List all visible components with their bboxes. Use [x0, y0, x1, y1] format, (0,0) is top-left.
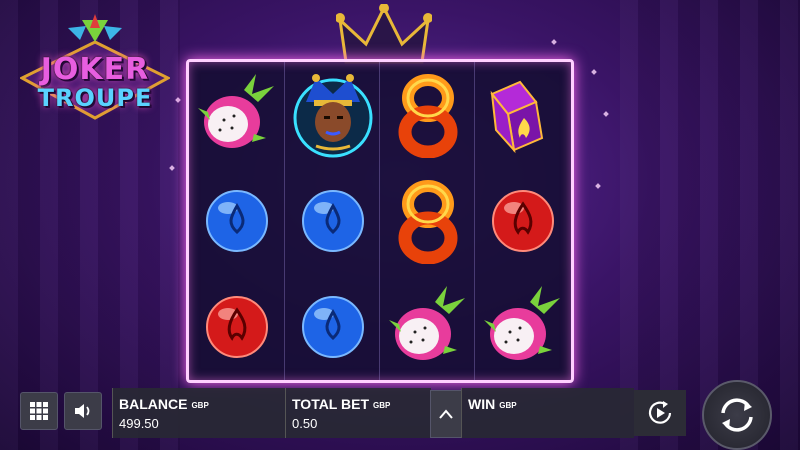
- sparkle: [603, 111, 609, 117]
- spin-button[interactable]: [702, 380, 772, 450]
- dragonfruit-icon: [483, 286, 560, 360]
- bet-label-row: TOTAL BET GBP: [292, 396, 390, 412]
- sparkle: [595, 183, 601, 189]
- water-orb-icon: [301, 296, 364, 358]
- symbol-dragonfruit: [380, 274, 475, 380]
- balance-currency: GBP: [191, 400, 209, 410]
- symbol-flame-dice: [475, 62, 570, 168]
- water-orb-icon: [301, 190, 364, 252]
- balance-panel: BALANCE GBP 499.50: [112, 388, 285, 438]
- reel-1: [189, 62, 284, 380]
- symbol-dragonfruit: [475, 274, 570, 380]
- flame-eight-icon: [398, 74, 457, 158]
- spin-icon: [721, 398, 753, 432]
- sparkle: [551, 39, 557, 45]
- autoplay-button[interactable]: [634, 390, 686, 436]
- symbol-jester: [285, 62, 380, 168]
- logo-word-joker: JOKER: [40, 52, 150, 87]
- fire-orb-icon: [205, 296, 268, 358]
- curtain-right: [620, 0, 800, 450]
- balance-label: BALANCE: [119, 396, 188, 412]
- bet-adjust-button[interactable]: [430, 390, 462, 438]
- fire-orb-icon: [491, 190, 554, 252]
- bet-value: 0.50: [292, 416, 318, 431]
- win-label-row: WIN GBP: [468, 396, 517, 412]
- menu-button[interactable]: [20, 392, 58, 430]
- game-logo: JOKER TROUPE: [20, 14, 170, 124]
- sparkle: [591, 69, 597, 75]
- chevron-up-icon: [439, 409, 453, 419]
- reel-grid: [186, 59, 574, 383]
- speaker-icon: [75, 404, 90, 418]
- flame-eight-icon: [398, 180, 457, 264]
- symbol-flame-eight: [380, 168, 475, 274]
- balance-label-row: BALANCE GBP: [119, 396, 209, 412]
- bet-label: TOTAL BET: [292, 396, 369, 412]
- balance-value: 499.50: [119, 416, 159, 431]
- win-currency: GBP: [499, 400, 517, 410]
- flame-dice-icon: [489, 80, 543, 154]
- reel-2: [284, 62, 380, 380]
- symbol-flame-eight: [380, 62, 475, 168]
- total-bet-panel: TOTAL BET GBP 0.50: [285, 388, 431, 438]
- sound-button[interactable]: [64, 392, 102, 430]
- jester-icon: [293, 74, 372, 158]
- symbol-fire-orb: [189, 274, 284, 380]
- symbol-water-orb: [189, 168, 284, 274]
- water-orb-icon: [205, 190, 268, 252]
- symbol-dragonfruit: [189, 62, 284, 168]
- reel-3: [379, 62, 475, 380]
- reel-4: [474, 62, 570, 380]
- win-label: WIN: [468, 396, 496, 412]
- win-panel: WIN GBP: [461, 388, 634, 438]
- dragonfruit-icon: [197, 74, 274, 148]
- symbol-water-orb: [285, 168, 380, 274]
- grid-icon: [30, 402, 48, 420]
- logo-word-troupe: TROUPE: [37, 84, 153, 112]
- jester-hat-ornament: [336, 4, 432, 64]
- symbol-fire-orb: [475, 168, 570, 274]
- dragonfruit-icon: [388, 286, 465, 360]
- bet-currency: GBP: [373, 400, 391, 410]
- symbol-water-orb: [285, 274, 380, 380]
- autoplay-icon: [648, 401, 672, 424]
